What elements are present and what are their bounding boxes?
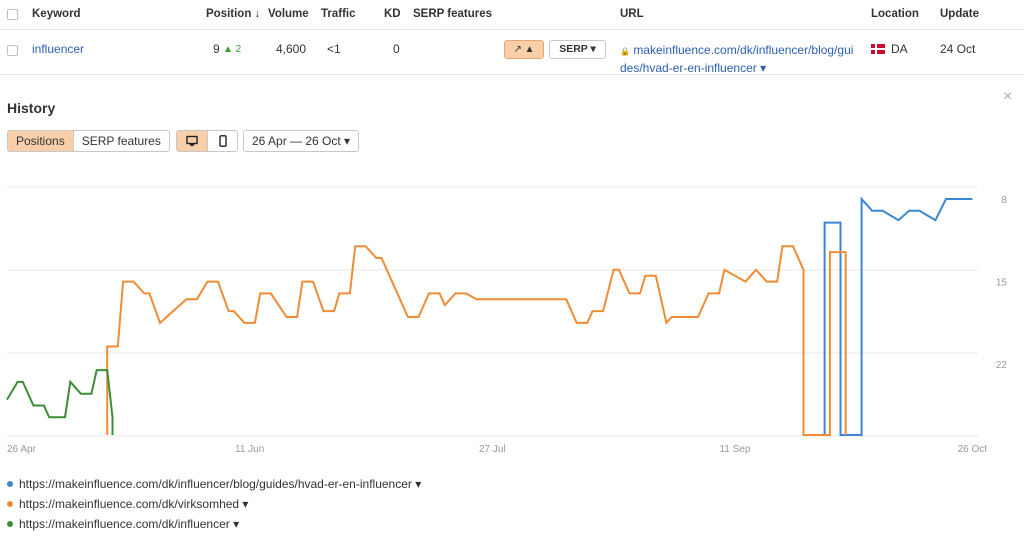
y-tick-label: 15 — [996, 278, 1008, 289]
header-keyword[interactable]: Keyword — [32, 8, 81, 20]
position-change: ▲ 2 — [223, 44, 242, 55]
legend-item[interactable]: https://makeinfluence.com/dk/influencer … — [7, 517, 239, 531]
legend-dot-icon — [7, 521, 13, 527]
legend-label[interactable]: https://makeinfluence.com/dk/influencer/… — [19, 477, 421, 491]
lock-icon: 🔒 — [620, 47, 630, 56]
row-checkbox[interactable] — [7, 45, 18, 56]
volume-value: 4,600 — [276, 42, 307, 56]
legend-item[interactable]: https://makeinfluence.com/dk/virksomhed … — [7, 497, 248, 511]
header-volume[interactable]: Volume — [268, 8, 309, 20]
legend-dot-icon — [7, 481, 13, 487]
x-tick-label: 11 Sep — [719, 444, 750, 455]
header-url: URL — [620, 8, 644, 20]
tab-positions[interactable]: Positions — [8, 131, 73, 151]
legend-label[interactable]: https://makeinfluence.com/dk/influencer … — [19, 517, 239, 531]
position-value: 9 — [213, 42, 220, 56]
header-location[interactable]: Location — [871, 8, 919, 20]
x-tick-label: 26 Apr — [7, 444, 37, 455]
date-range-select[interactable]: 26 Apr — 26 Oct ▾ — [243, 130, 360, 152]
ranking-url-text[interactable]: makeinfluence.com/dk/influencer/blog/gui… — [620, 43, 853, 75]
select-all-checkbox[interactable] — [7, 9, 18, 20]
traffic-value: <1 — [327, 42, 341, 56]
location-cell: DA — [871, 42, 908, 56]
x-tick-label: 27 Jul — [479, 444, 506, 455]
legend-label[interactable]: https://makeinfluence.com/dk/virksomhed … — [19, 497, 248, 511]
close-icon[interactable]: × — [1003, 88, 1012, 106]
header-update[interactable]: Update — [940, 8, 979, 20]
header-kd[interactable]: KD — [384, 8, 401, 20]
legend-item[interactable]: https://makeinfluence.com/dk/influencer/… — [7, 477, 421, 491]
y-tick-label: 22 — [996, 360, 1008, 371]
history-title: History — [7, 100, 56, 116]
legend-dot-icon — [7, 501, 13, 507]
history-view-toggle: Positions SERP features — [7, 130, 170, 152]
location-value: DA — [891, 42, 908, 56]
series-line — [106, 245, 847, 436]
trend-chart-button[interactable]: ↗ ▲ — [504, 40, 544, 59]
x-tick-label: 26 Oct — [958, 444, 988, 455]
series-line — [6, 369, 114, 435]
desktop-icon[interactable] — [177, 131, 207, 151]
update-value: 24 Oct — [940, 42, 976, 56]
denmark-flag-icon — [871, 44, 885, 54]
table-header: Keyword Position ↓ Volume Traffic KD SER… — [0, 0, 1024, 30]
ranking-url[interactable]: 🔒 makeinfluence.com/dk/influencer/blog/g… — [620, 42, 860, 76]
kd-value: 0 — [393, 42, 400, 56]
mobile-icon[interactable] — [207, 131, 237, 151]
position-history-chart: 8 15 22 26 Apr 11 Jun 27 Jul 11 Sep 26 Oct — [6, 186, 1008, 455]
series-line — [823, 196, 973, 436]
header-serp-features[interactable]: SERP features — [413, 8, 492, 20]
tab-serp-features[interactable]: SERP features — [72, 131, 169, 151]
header-traffic[interactable]: Traffic — [321, 8, 356, 20]
table-row: influencer 9 ▲ 2 4,600 <1 0 ↗ ▲ SERP ▾ 🔒… — [0, 31, 1024, 75]
keyword-link[interactable]: influencer — [32, 42, 84, 56]
serp-button[interactable]: SERP ▾ — [549, 40, 606, 59]
header-position[interactable]: Position ↓ — [206, 8, 260, 20]
y-tick-label: 8 — [1001, 195, 1007, 206]
x-tick-label: 11 Jun — [235, 444, 264, 455]
device-toggle — [176, 130, 238, 152]
